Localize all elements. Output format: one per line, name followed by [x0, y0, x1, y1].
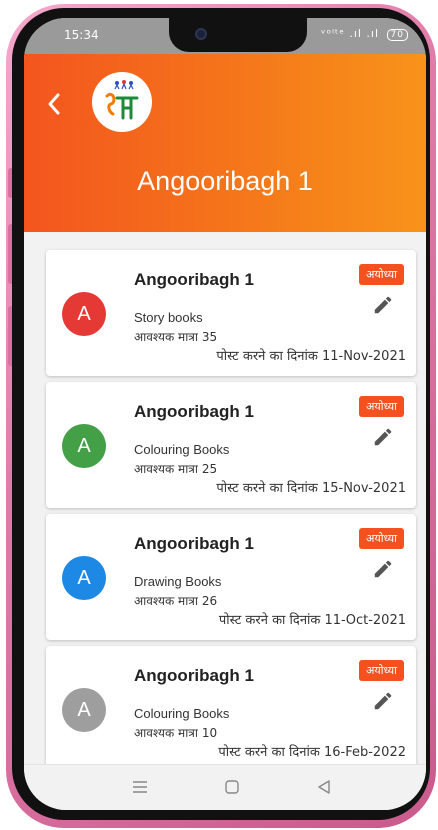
signal-icon: ᵛᵒˡᵗᵉ .ıl .ıl 70 [321, 27, 408, 41]
avatar: A [62, 556, 106, 600]
item-name: Colouring Books [134, 442, 230, 457]
list-item[interactable]: A Angooribagh 1 अयोध्या Story books आवश्… [46, 250, 416, 376]
post-date: पोस्ट करने का दिनांक 11-Oct-2021 [218, 613, 406, 628]
required-quantity: आवश्यक मात्रा 25 [134, 462, 218, 476]
avatar: A [62, 424, 106, 468]
signal-text: ᵛᵒˡᵗᵉ .ıl .ıl [321, 27, 380, 40]
app-header: Angooribagh 1 [24, 54, 426, 232]
location-badge: अयोध्या [359, 396, 404, 417]
edit-icon[interactable] [372, 426, 394, 448]
location-badge: अयोध्या [359, 264, 404, 285]
avatar: A [62, 292, 106, 336]
battery-level: 70 [390, 30, 404, 40]
avatar: A [62, 688, 106, 732]
item-name: Drawing Books [134, 574, 222, 589]
card-title: Angooribagh 1 [134, 666, 254, 685]
logo-glyph-icon [105, 92, 139, 120]
back-button[interactable] [46, 92, 62, 123]
edit-icon[interactable] [372, 294, 394, 316]
home-square-icon[interactable] [220, 775, 244, 799]
post-date: पोस्ट करने का दिनांक 15-Nov-2021 [216, 481, 406, 496]
list-item[interactable]: A Angooribagh 1 अयोध्या Colouring Books … [46, 646, 416, 772]
edit-icon[interactable] [372, 558, 394, 580]
back-triangle-icon[interactable] [312, 775, 336, 799]
front-camera [195, 28, 207, 40]
location-badge: अयोध्या [359, 528, 404, 549]
location-badge: अयोध्या [359, 660, 404, 681]
list-item[interactable]: A Angooribagh 1 अयोध्या Drawing Books आव… [46, 514, 416, 640]
battery-icon: 70 [386, 29, 408, 41]
list-item[interactable]: A Angooribagh 1 अयोध्या Colouring Books … [46, 382, 416, 508]
status-time: 15:34 [64, 28, 99, 42]
card-title: Angooribagh 1 [134, 534, 254, 553]
item-name: Colouring Books [134, 706, 230, 721]
card-title: Angooribagh 1 [134, 402, 254, 421]
required-quantity: आवश्यक मात्रा 26 [134, 594, 218, 608]
notch [169, 18, 307, 52]
post-date: पोस्ट करने का दिनांक 11-Nov-2021 [216, 349, 406, 364]
app-screen: 15:34 ᵛᵒˡᵗᵉ .ıl .ıl 70 Angooribagh 1 A A… [24, 18, 426, 810]
item-name: Story books [134, 310, 203, 325]
system-nav-bar [24, 764, 426, 810]
edit-icon[interactable] [372, 690, 394, 712]
page-title: Angooribagh 1 [137, 166, 313, 196]
status-bar: 15:34 ᵛᵒˡᵗᵉ .ıl .ıl 70 [24, 18, 426, 54]
card-title: Angooribagh 1 [134, 270, 254, 289]
menu-icon[interactable] [128, 775, 152, 799]
required-quantity: आवश्यक मात्रा 35 [134, 330, 218, 344]
required-quantity: आवश्यक मात्रा 10 [134, 726, 218, 740]
app-logo [92, 72, 152, 132]
chevron-left-icon [48, 93, 60, 115]
post-date: पोस्ट करने का दिनांक 16-Feb-2022 [218, 745, 406, 760]
